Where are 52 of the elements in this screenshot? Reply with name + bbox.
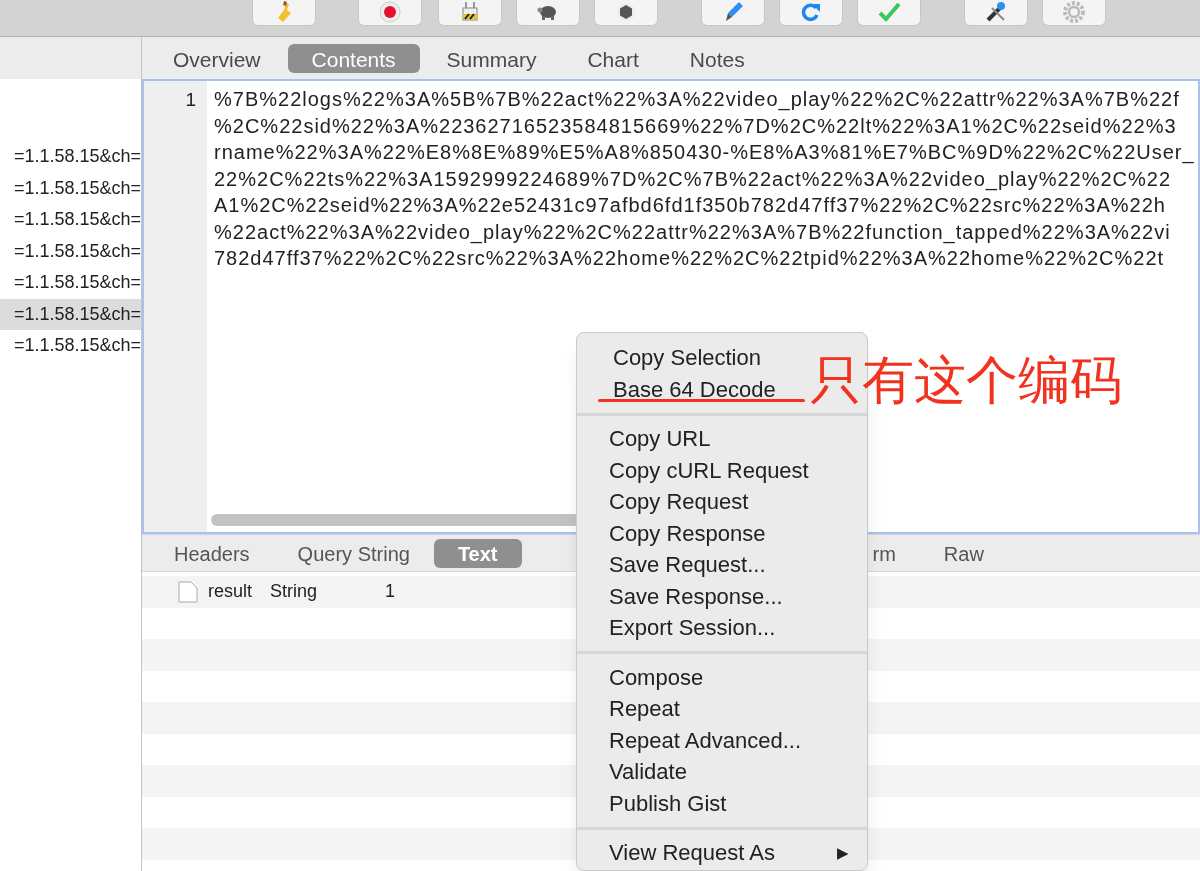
code-line: rname%22%3A%22%E8%8E%89%E5%A8%850430-%E8%A3%81%E7%BC%9D%22%2C%22User_ (214, 140, 1196, 166)
tab[interactable]: Summary (422, 43, 561, 73)
toolbar-button[interactable] (516, 0, 580, 26)
submenu-arrow: ▶ (837, 842, 849, 863)
document-icon (178, 580, 198, 603)
request-row[interactable]: =1.1.58.15&ch= (0, 235, 141, 267)
code-line: %7B%22logs%22%3A%5B%7B%22act%22%3A%22video_play%22%2C%22attr%22%3A%7B%22f (214, 87, 1181, 113)
menu-item[interactable]: Copy Request (609, 485, 749, 519)
request-row[interactable]: =1.1.58.15&ch= (0, 172, 141, 204)
menu-item[interactable]: Publish Gist (609, 786, 727, 820)
request-row[interactable]: =1.1.58.15&ch= (0, 141, 141, 173)
request-row[interactable]: =1.1.58.15&ch= (0, 330, 141, 362)
request-row[interactable]: =1.1.58.15&ch= (0, 267, 141, 299)
code-line: %2C%22sid%22%3A%22362716523584815669%22%7D%2C%22lt%22%3A1%2C%22seid%22%3 (214, 113, 1178, 139)
code-line: 782d47ff37%22%2C%22src%22%3A%22home%22%2C%22tpid%22%3A%22home%22%2C%22t (214, 246, 1166, 271)
annotation-text: 只有这个编码 (810, 354, 1122, 406)
table-cell-text: String (270, 580, 319, 604)
tab[interactable]: Query String (273, 538, 434, 568)
tools-icon (984, 0, 1008, 24)
code-line: A1%2C%22seid%22%3A%22e52431c97afbd6fd1f350b782d47ff37%22%2C%22src%22%3A%22h (214, 193, 1167, 218)
request-row[interactable]: =1.1.58.15&ch= (0, 298, 141, 330)
menu-item[interactable]: Save Response... (609, 579, 783, 613)
table-cell-text: result (208, 580, 253, 604)
code-line: %22act%22%3A%22video_play%22%2C%22attr%22%3A%7B%22function_tapped%22%3A%22vi (214, 219, 1172, 245)
record-icon (378, 0, 402, 24)
menu-item[interactable]: Repeat Advanced... (609, 723, 802, 757)
menu-item[interactable]: Base 64 Decode (613, 372, 776, 406)
menu-item[interactable]: Copy URL (609, 422, 711, 456)
menu-item[interactable]: Save Request... (609, 548, 766, 582)
menu-item[interactable]: View Request As (609, 836, 775, 870)
line-number: 1 (185, 88, 196, 112)
tab[interactable]: Raw (919, 538, 1008, 568)
tab[interactable]: Chart (563, 43, 663, 73)
menu-item[interactable]: Compose (609, 660, 704, 694)
toolbar-button[interactable] (594, 0, 658, 26)
menu-item[interactable]: Export Session... (609, 611, 776, 645)
tab[interactable]: rm (848, 538, 920, 568)
toolbar-button[interactable] (964, 0, 1028, 26)
tab[interactable]: Overview (149, 43, 285, 73)
table-cell-text: 1 (385, 580, 395, 604)
tab[interactable]: Notes (665, 43, 769, 73)
code-line: 22%2C%22ts%22%3A1592999224689%7D%2C%7B%22act%22%3A%22video_play%22%2C%22 (214, 166, 1173, 192)
hexagon-icon (614, 0, 638, 24)
menu-item[interactable]: Validate (609, 755, 687, 789)
check-icon (877, 0, 901, 24)
tab[interactable]: Headers (150, 538, 274, 568)
menu-item[interactable]: Copy Selection (613, 341, 761, 375)
menu-item[interactable]: Repeat (609, 692, 680, 726)
request-row[interactable]: =1.1.58.15&ch= (0, 204, 141, 236)
menu-item[interactable]: Copy Response (609, 516, 766, 550)
gear-icon (1062, 0, 1086, 24)
menu-item[interactable]: Copy cURL Request (609, 453, 809, 487)
